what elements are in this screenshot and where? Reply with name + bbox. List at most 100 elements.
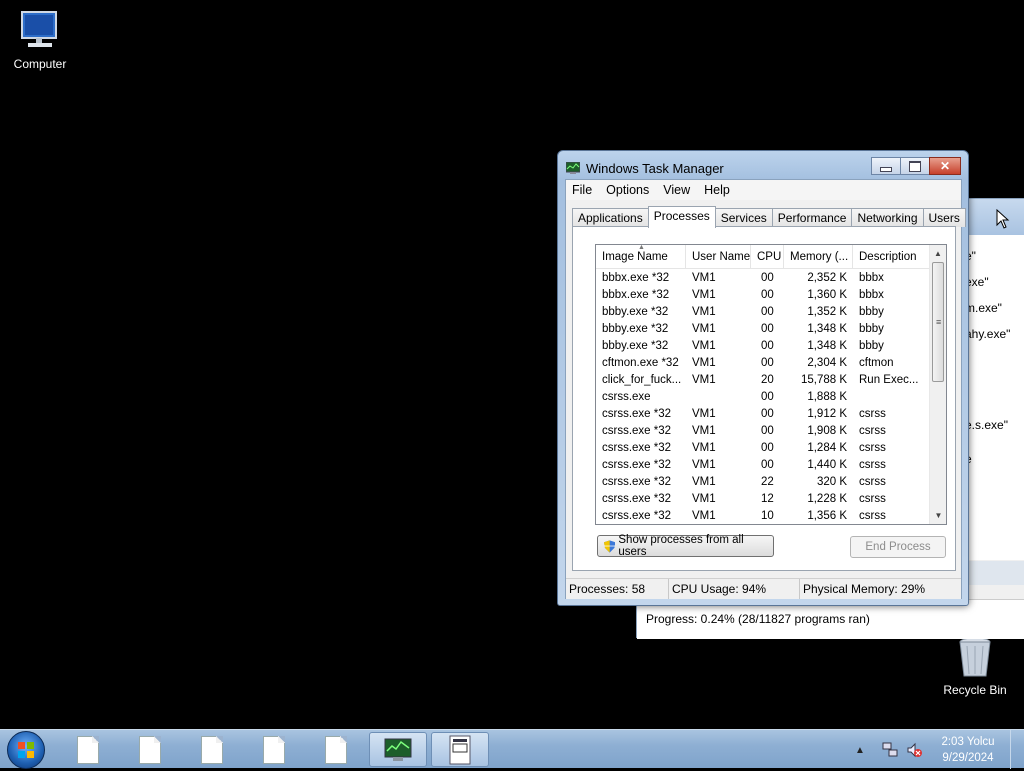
scroll-up-arrow-icon[interactable]: ▲ (930, 245, 946, 262)
table-row[interactable]: bbby.exe *32 VM1 00 1,348 K bbby (596, 337, 946, 354)
cell-memory: 1,440 K (807, 458, 847, 471)
table-row[interactable]: csrss.exe *32 VM1 00 1,440 K csrss (596, 456, 946, 473)
table-row[interactable]: bbbx.exe *32 VM1 00 2,352 K bbbx (596, 269, 946, 286)
start-button[interactable] (7, 731, 45, 769)
notification-area: ▲ (855, 742, 923, 758)
maximize-button[interactable] (900, 157, 930, 175)
column-header-description[interactable]: Description (853, 245, 931, 268)
task-manager-titlebar[interactable]: Windows Task Manager (566, 159, 724, 177)
show-hidden-icons-icon[interactable]: ▲ (855, 745, 865, 756)
show-all-users-button[interactable]: Show processes from all users (597, 534, 774, 558)
table-row[interactable]: csrss.exe *32 VM1 00 1,284 K csrss (596, 439, 946, 456)
table-row[interactable]: csrss.exe 00 1,888 K (596, 388, 946, 405)
table-row[interactable]: bbby.exe *32 VM1 00 1,352 K bbby (596, 303, 946, 320)
menu-help[interactable]: Help (704, 183, 730, 197)
table-row[interactable]: csrss.exe *32 VM1 00 1,912 K csrss (596, 405, 946, 422)
processes-panel: ▲ Image Name User Name CPU Memory (... D… (572, 226, 956, 571)
taskbar-item-document[interactable] (183, 732, 241, 767)
tab-services[interactable]: Services (714, 208, 773, 227)
task-manager-window[interactable]: Windows Task Manager ✕ File Options View… (557, 150, 969, 606)
clock-time: 2:03 Yolcu (941, 736, 995, 748)
recycle-bin-icon (959, 637, 991, 677)
table-row[interactable]: bbbx.exe *32 VM1 00 1,360 K bbbx (596, 286, 946, 303)
task-manager-client: File Options View Help Applications Proc… (565, 179, 966, 599)
cell-memory: 1,356 K (807, 509, 847, 522)
cell-description: csrss (859, 458, 886, 471)
cell-cpu: 22 (761, 475, 774, 488)
document-icon (77, 735, 99, 764)
tab-applications[interactable]: Applications (572, 208, 649, 227)
tab-processes[interactable]: Processes (647, 206, 716, 228)
cell-cpu: 00 (761, 305, 774, 318)
computer-desktop-icon[interactable]: Computer (0, 8, 80, 71)
table-row[interactable]: bbby.exe *32 VM1 00 1,348 K bbby (596, 320, 946, 337)
cell-image-name: cftmon.exe *32 (602, 356, 679, 369)
table-row[interactable]: cftmon.exe *32 VM1 00 2,304 K cftmon (596, 354, 946, 371)
taskbar-item-document[interactable] (307, 732, 365, 767)
process-list[interactable]: ▲ Image Name User Name CPU Memory (... D… (595, 244, 947, 525)
background-window-footer (967, 561, 1024, 585)
menu-file[interactable]: File (572, 183, 592, 197)
table-row[interactable]: csrss.exe *32 VM1 00 1,908 K csrss (596, 422, 946, 439)
cell-memory: 2,304 K (807, 356, 847, 369)
column-header-cpu[interactable]: CPU (751, 245, 784, 268)
cell-image-name: csrss.exe *32 (602, 492, 672, 505)
cell-user-name: VM1 (692, 373, 716, 386)
taskbar-item-document[interactable] (121, 732, 179, 767)
cell-user-name: VM1 (692, 407, 716, 420)
cell-user-name: VM1 (692, 305, 716, 318)
cell-description: bbby (859, 305, 884, 318)
cell-user-name: VM1 (692, 271, 716, 284)
system-clock[interactable]: 2:03 Yolcu 9/29/2024 (933, 734, 1003, 766)
menu-options[interactable]: Options (606, 183, 649, 197)
cell-cpu: 00 (761, 407, 774, 420)
process-rows: bbbx.exe *32 VM1 00 2,352 Kbbbx bbbx.exe *32… (596, 269, 946, 524)
mouse-cursor-icon (996, 209, 1010, 229)
bg-text-fragment: m.exe" (965, 301, 1002, 315)
menu-view[interactable]: View (663, 183, 690, 197)
task-manager-app-icon (566, 162, 580, 174)
table-row[interactable]: click_for_fuck... VM1 20 15,788 K Run Exec..… (596, 371, 946, 388)
bg-text-fragment: e.s.exe" (965, 418, 1008, 432)
vertical-scrollbar[interactable]: ▲ ≡ ▼ (929, 245, 946, 524)
network-icon[interactable] (882, 742, 898, 758)
cell-cpu: 20 (761, 373, 774, 386)
tab-performance[interactable]: Performance (771, 208, 853, 227)
cell-cpu: 00 (761, 441, 774, 454)
cell-user-name: VM1 (692, 475, 716, 488)
end-process-button[interactable]: End Process (850, 536, 946, 558)
cell-user-name: VM1 (692, 356, 716, 369)
cell-description: csrss (859, 441, 886, 454)
cell-cpu: 00 (761, 390, 774, 403)
cell-image-name: bbby.exe *32 (602, 322, 669, 335)
close-button[interactable]: ✕ (929, 157, 961, 175)
table-row[interactable]: csrss.exe *32 VM1 10 1,356 K csrss (596, 507, 946, 524)
scroll-thumb[interactable]: ≡ (932, 262, 944, 382)
volume-muted-icon[interactable] (906, 742, 923, 758)
recycle-bin-desktop-icon[interactable]: Recycle Bin (935, 636, 1015, 697)
cell-memory: 1,284 K (807, 441, 847, 454)
cell-memory: 320 K (816, 475, 847, 488)
cell-user-name: VM1 (692, 322, 716, 335)
taskbar-item-task-manager[interactable] (369, 732, 427, 767)
cell-user-name: VM1 (692, 509, 716, 522)
scroll-down-arrow-icon[interactable]: ▼ (930, 507, 946, 524)
tab-users[interactable]: Users (922, 208, 966, 227)
taskbar-item-program[interactable] (431, 732, 489, 767)
cell-user-name: VM1 (692, 424, 716, 437)
column-header-memory[interactable]: Memory (... (784, 245, 853, 268)
show-desktop-button[interactable] (1010, 730, 1024, 769)
cell-image-name: bbby.exe *32 (602, 305, 669, 318)
tab-networking[interactable]: Networking (851, 208, 924, 227)
minimize-button[interactable] (871, 157, 901, 175)
cell-description: bbby (859, 339, 884, 352)
cell-user-name: VM1 (692, 492, 716, 505)
scroll-grip-icon: ≡ (936, 317, 942, 327)
list-header: ▲ Image Name User Name CPU Memory (... D… (596, 245, 946, 269)
cell-image-name: csrss.exe *32 (602, 509, 672, 522)
taskbar-item-document[interactable] (59, 732, 117, 767)
table-row[interactable]: csrss.exe *32 VM1 22 320 K csrss (596, 473, 946, 490)
taskbar-item-document[interactable] (245, 732, 303, 767)
column-header-user-name[interactable]: User Name (686, 245, 751, 268)
table-row[interactable]: csrss.exe *32 VM1 12 1,228 K csrss (596, 490, 946, 507)
